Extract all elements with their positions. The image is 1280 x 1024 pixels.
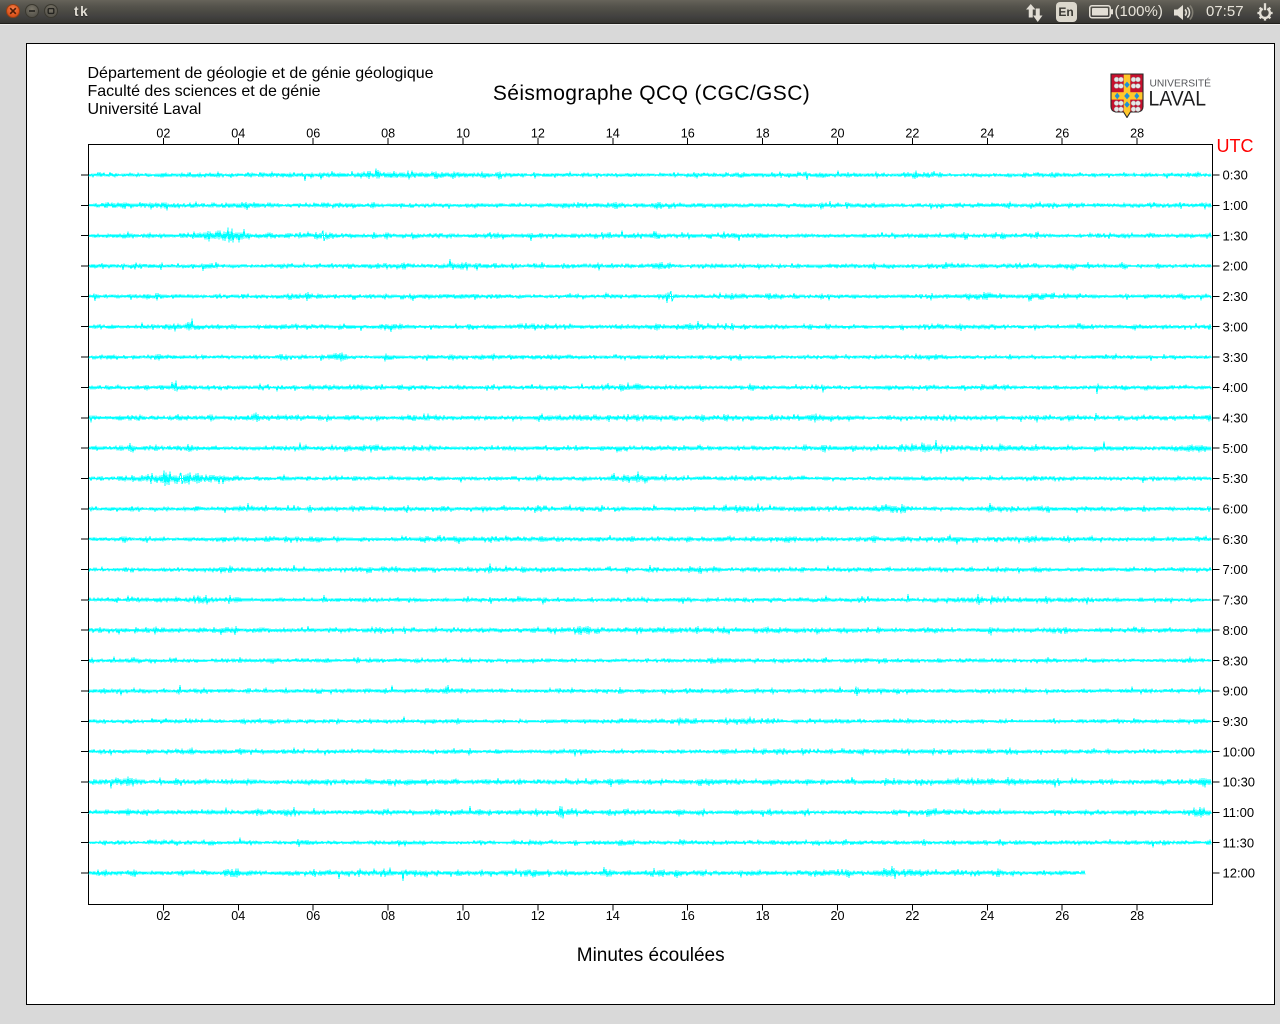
svg-text:5:30: 5:30 [1223,471,1248,486]
svg-text:26: 26 [1055,909,1069,923]
svg-text:5:00: 5:00 [1223,441,1248,456]
svg-text:08: 08 [381,127,395,141]
svg-text:1:00: 1:00 [1223,198,1248,213]
svg-text:02: 02 [156,909,170,923]
svg-text:10: 10 [456,127,470,141]
svg-text:10:30: 10:30 [1223,775,1256,790]
svg-text:2:30: 2:30 [1223,289,1248,304]
svg-text:10: 10 [456,909,470,923]
svg-text:3:30: 3:30 [1223,350,1248,365]
svg-text:8:00: 8:00 [1223,623,1248,638]
svg-text:11:30: 11:30 [1223,835,1255,850]
svg-text:10:00: 10:00 [1223,744,1256,759]
svg-text:0:30: 0:30 [1223,168,1248,183]
svg-text:6:30: 6:30 [1223,532,1248,547]
svg-text:7:30: 7:30 [1223,593,1248,608]
svg-text:8:30: 8:30 [1223,653,1248,668]
svg-text:06: 06 [306,909,320,923]
svg-text:9:00: 9:00 [1223,684,1248,699]
svg-text:11:00: 11:00 [1223,805,1255,820]
svg-text:18: 18 [756,909,770,923]
svg-text:UTC: UTC [1217,136,1254,156]
svg-text:04: 04 [231,127,245,141]
svg-text:14: 14 [606,127,620,141]
svg-text:3:00: 3:00 [1223,319,1248,334]
svg-text:14: 14 [606,909,620,923]
svg-text:22: 22 [905,127,919,141]
svg-text:16: 16 [681,909,695,923]
svg-text:18: 18 [756,127,770,141]
svg-text:04: 04 [231,909,245,923]
svg-text:16: 16 [681,127,695,141]
svg-text:28: 28 [1130,909,1144,923]
svg-text:20: 20 [830,909,844,923]
svg-text:28: 28 [1130,127,1144,141]
svg-text:1:30: 1:30 [1223,228,1248,243]
svg-text:9:30: 9:30 [1223,714,1248,729]
svg-text:2:00: 2:00 [1223,259,1248,274]
svg-text:24: 24 [980,127,994,141]
svg-text:6:00: 6:00 [1223,502,1248,517]
svg-text:22: 22 [905,909,919,923]
svg-text:12:00: 12:00 [1223,866,1256,881]
svg-text:4:00: 4:00 [1223,380,1248,395]
svg-text:06: 06 [306,127,320,141]
svg-text:02: 02 [156,127,170,141]
svg-text:12: 12 [531,909,545,923]
svg-text:4:30: 4:30 [1223,411,1248,426]
svg-text:Minutes écoulées: Minutes écoulées [577,945,725,966]
svg-text:26: 26 [1055,127,1069,141]
svg-text:08: 08 [381,909,395,923]
svg-text:20: 20 [830,127,844,141]
svg-text:24: 24 [980,909,994,923]
svg-text:7:00: 7:00 [1223,562,1248,577]
svg-text:12: 12 [531,127,545,141]
